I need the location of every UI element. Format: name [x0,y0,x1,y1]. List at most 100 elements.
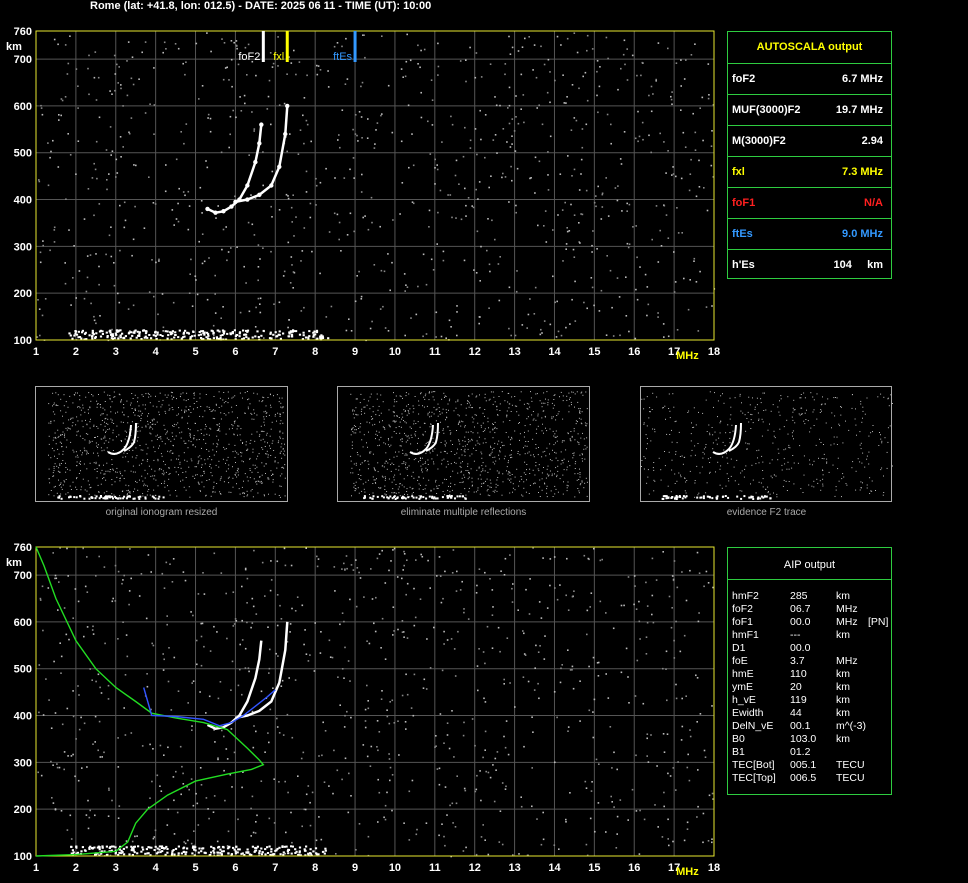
noise-dot [267,732,269,734]
thumb-noise [433,399,435,401]
noise-dot [498,299,501,302]
thumb-noise [180,467,182,469]
thumb-noise [537,415,539,417]
noise-dot [619,799,622,801]
thumb-noise [533,418,535,420]
noise-dot [677,232,680,234]
thumb-noise [708,424,710,426]
thumb-noise [421,457,423,459]
noise-dot [504,73,506,76]
noise-dot [289,282,292,284]
thumb-noise [532,419,534,421]
thumb-noise [433,406,435,408]
noise-dot [655,579,658,581]
thumb-noise [415,423,417,424]
noise-dot [377,821,379,823]
thumb-noise [582,432,583,434]
thumb-noise [438,407,440,409]
noise-dot [201,85,204,87]
noise-dot [549,135,552,138]
thumb-noise [241,460,243,462]
noise-dot [210,50,212,53]
thumb-noise [674,421,676,423]
thumb-noise [433,488,435,490]
noise-dot [252,605,255,608]
autoscala-value: 2.94 [861,135,883,147]
thumb-noise [646,437,648,439]
thumb-noise [152,420,154,422]
thumb-noise [519,422,520,423]
noise-dot [599,600,602,603]
thumb-noise [643,468,645,470]
thumbnail-evidence [640,386,893,502]
thumb-noise [407,410,409,411]
thumb-noise [89,421,91,423]
noise-dot [469,147,472,149]
noise-dot [304,629,306,631]
e-layer-echo [305,845,308,848]
thumb-noise [212,449,214,451]
thumb-noise [134,408,136,410]
thumb-noise [509,479,510,481]
noise-dot [239,668,241,671]
noise-dot [537,651,540,653]
noise-dot [379,308,382,310]
thumb-noise [63,405,65,407]
thumb-noise [253,392,255,394]
thumb-noise [198,482,200,484]
thumb-noise [478,436,480,438]
thumb-noise [471,481,473,483]
noise-dot [489,270,491,273]
thumb-noise [455,407,457,409]
noise-dot [707,97,710,100]
thumb-noise [555,457,557,459]
thumb-noise [529,424,531,426]
noise-dot [84,585,87,588]
thumb-noise [203,472,205,474]
thumb-noise [369,396,371,398]
thumb-noise [469,404,471,406]
thumb-noise [545,477,547,479]
noise-dot [108,787,110,790]
noise-dot [450,638,453,640]
thumb-noise [103,442,105,444]
thumb-noise [441,398,443,400]
noise-dot [628,702,630,704]
thumb-noise [178,413,179,415]
noise-dot [333,566,336,568]
thumb-noise [556,474,558,476]
thumb-noise [119,477,121,479]
thumb-noise [116,471,118,473]
thumb-noise [712,448,714,450]
noise-dot [251,597,254,600]
thumb-noise [157,485,159,487]
noise-dot [276,717,278,720]
thumb-noise [169,451,171,453]
thumb-noise [412,411,414,413]
thumb-noise [484,397,486,399]
thumb-noise [279,415,281,417]
thumb-noise [821,410,822,412]
noise-dot [557,330,560,333]
e-layer-echo [314,333,317,336]
thumb-noise [65,446,67,448]
thumb-noise [851,467,853,469]
noise-dot [484,156,486,159]
noise-dot [620,67,622,70]
thumb-noise [468,402,470,404]
thumb-noise [507,478,509,480]
noise-dot [451,123,454,126]
thumb-noise [213,396,215,397]
thumb-noise [554,493,556,495]
noise-dot [475,188,477,191]
thumb-noise [420,465,422,467]
thumb-noise [514,476,516,478]
noise-dot [623,131,626,133]
noise-dot [222,78,225,81]
noise-dot [255,821,257,823]
noise-dot [184,842,187,845]
thumb-noise [446,452,448,454]
thumb-noise [411,437,413,438]
noise-dot [144,112,147,114]
noise-dot [535,76,538,79]
